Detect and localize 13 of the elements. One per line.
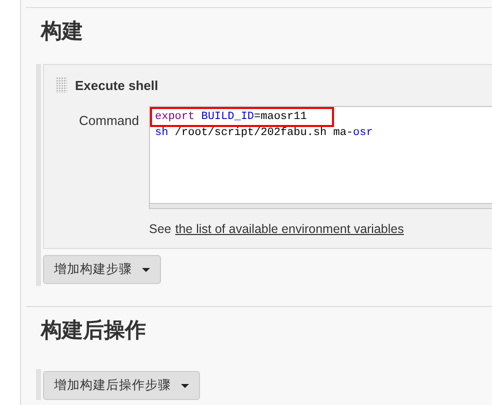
help-text: See	[149, 222, 172, 236]
section-heading: 构建后操作	[39, 318, 147, 344]
env-variables-link[interactable]: the list of available environment variables	[175, 222, 404, 236]
step-title: Execute shell	[75, 78, 158, 92]
drag-handle-icon[interactable]	[56, 77, 67, 93]
add-step-button[interactable]: 增加构建后操作步骤	[43, 371, 200, 400]
caret-icon	[142, 268, 150, 272]
field-label: Command	[78, 112, 140, 130]
section-heading: 构建	[39, 19, 84, 45]
code-line: sh /root/script/202fabu.sh ma-osr	[154, 126, 374, 141]
caret-icon	[181, 384, 189, 388]
command-field[interactable]: export BUILD_ID=maosr11 sh /root/script/202fabu.sh ma-osr	[149, 106, 492, 209]
add-step-button[interactable]: 增加构建步骤	[43, 255, 161, 284]
